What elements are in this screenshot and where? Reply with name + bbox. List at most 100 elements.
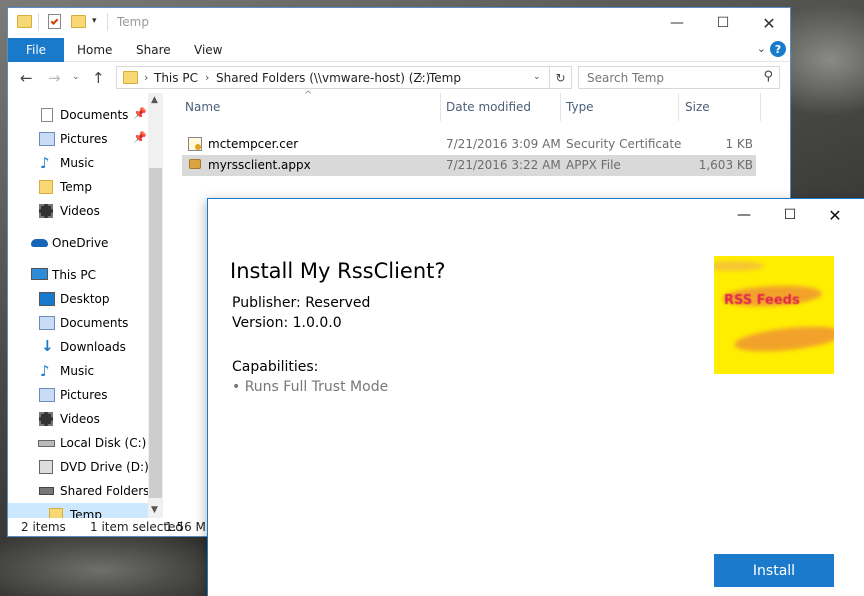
column-header-name[interactable]: Name — [185, 100, 220, 114]
breadcrumb-separator: › — [205, 71, 210, 84]
app-logo: RSS Feeds — [714, 256, 834, 374]
nav-item-label: Local Disk (C:) — [60, 436, 147, 450]
help-icon[interactable]: ? — [770, 41, 786, 57]
nav-item-videos[interactable]: Videos — [8, 199, 148, 223]
nav-item-label: This PC — [52, 268, 96, 282]
divider — [38, 13, 39, 31]
pin-icon[interactable]: 📌 — [133, 107, 147, 120]
scroll-thumb[interactable] — [149, 168, 162, 498]
videos-icon — [39, 412, 53, 426]
status-item-count: 2 items — [21, 520, 66, 534]
nav-item-label: Shared Folders (\ — [60, 484, 162, 498]
recent-locations-icon[interactable]: ⌄ — [72, 72, 80, 82]
nav-item-label: Documents — [60, 316, 129, 330]
sort-ascending-icon: ^ — [304, 90, 313, 101]
pin-icon[interactable]: 📌 — [133, 131, 147, 144]
breadcrumb-this-pc[interactable]: This PC — [154, 71, 198, 85]
table-row[interactable]: myrssclient.appx 7/21/2016 3:22 AM APPX … — [182, 155, 756, 176]
nav-item-this-pc[interactable]: This PC — [8, 263, 148, 287]
nav-item-documents[interactable]: Documents 📌 — [8, 103, 148, 127]
scroll-up-icon[interactable]: ▲ — [151, 95, 158, 105]
pictures-icon — [39, 132, 55, 146]
file-type: APPX File — [566, 158, 621, 172]
computer-icon — [31, 268, 48, 280]
file-date: 7/21/2016 3:22 AM — [446, 158, 561, 172]
column-divider[interactable] — [760, 93, 761, 121]
back-arrow-icon[interactable]: ← — [20, 69, 33, 87]
nav-scrollbar[interactable]: ▲ ▼ — [148, 93, 163, 518]
nav-item-videos-pc[interactable]: Videos — [8, 407, 148, 431]
breadcrumb-temp[interactable]: Temp — [429, 71, 461, 85]
drive-icon — [38, 440, 55, 447]
column-divider[interactable] — [560, 93, 561, 121]
column-header-date[interactable]: Date modified — [446, 100, 531, 114]
nav-item-onedrive[interactable]: OneDrive — [8, 231, 148, 255]
column-header-type[interactable]: Type — [566, 100, 594, 114]
onedrive-icon — [31, 239, 48, 247]
title-bar: ▾ Temp — ☐ ✕ — [8, 8, 790, 38]
nav-item-temp[interactable]: Temp — [8, 175, 148, 199]
nav-item-local-disk[interactable]: Local Disk (C:) — [8, 431, 148, 455]
properties-icon[interactable] — [48, 14, 61, 29]
forward-arrow-icon[interactable]: → — [48, 69, 61, 87]
column-divider[interactable] — [678, 93, 679, 121]
breadcrumb-separator: › — [419, 71, 424, 84]
nav-item-music[interactable]: ♪ Music — [8, 151, 148, 175]
install-button[interactable]: Install — [714, 554, 834, 587]
nav-item-label: Pictures — [60, 388, 108, 402]
maximize-button[interactable]: ☐ — [700, 8, 746, 38]
music-icon: ♪ — [40, 362, 50, 380]
window-title: Temp — [117, 15, 149, 29]
app-installer-dialog: — ☐ ✕ Install My RssClient? Publisher: R… — [207, 198, 864, 596]
nav-item-label: Desktop — [60, 292, 110, 306]
folder-icon — [17, 15, 32, 28]
nav-item-label: Documents — [60, 108, 129, 122]
nav-item-shared-folders[interactable]: Shared Folders (\ — [8, 479, 162, 503]
column-header-size[interactable]: Size — [685, 100, 710, 114]
refresh-icon[interactable]: ↻ — [550, 66, 572, 89]
up-arrow-icon[interactable]: ↑ — [92, 69, 105, 87]
column-divider[interactable] — [440, 93, 441, 121]
tab-share[interactable]: Share — [136, 43, 171, 57]
downloads-icon: ↓ — [41, 337, 54, 355]
nav-item-label: Videos — [60, 412, 100, 426]
tab-view[interactable]: View — [194, 43, 222, 57]
nav-item-music-pc[interactable]: ♪ Music — [8, 359, 148, 383]
capabilities-label: Capabilities: — [232, 359, 319, 375]
close-button[interactable]: ✕ — [746, 8, 790, 38]
maximize-button[interactable]: ☐ — [770, 203, 810, 227]
nav-item-pictures-pc[interactable]: Pictures — [8, 383, 148, 407]
nav-item-label: Music — [60, 364, 95, 378]
nav-item-downloads[interactable]: ↓ Downloads — [8, 335, 148, 359]
nav-item-desktop[interactable]: Desktop — [8, 287, 148, 311]
breadcrumb-shared-folders[interactable]: Shared Folders (\\vmware-host) (Z:) — [216, 71, 430, 85]
folder-icon — [49, 508, 63, 518]
scroll-down-icon[interactable]: ▼ — [151, 505, 158, 515]
file-size: 1,603 KB — [698, 158, 753, 172]
minimize-button[interactable]: — — [724, 203, 764, 227]
nav-item-dvd-drive[interactable]: DVD Drive (D:) C — [8, 455, 161, 479]
version-text: Version: 1.0.0.0 — [232, 315, 342, 331]
address-dropdown-icon[interactable]: ⌄ — [533, 72, 541, 82]
nav-item-temp-selected[interactable]: Temp — [8, 503, 148, 518]
videos-icon — [39, 204, 53, 218]
nav-item-label: Videos — [60, 204, 100, 218]
address-bar[interactable]: › This PC › Shared Folders (\\vmware-hos… — [116, 66, 550, 89]
expand-ribbon-icon[interactable]: ⌄ — [757, 42, 766, 55]
new-folder-icon[interactable] — [71, 15, 86, 28]
dvd-drive-icon — [39, 460, 53, 474]
tab-home[interactable]: Home — [77, 43, 112, 57]
nav-item-pictures[interactable]: Pictures 📌 — [8, 127, 148, 151]
table-row[interactable]: mctempcer.cer 7/21/2016 3:09 AM Security… — [182, 134, 756, 155]
search-placeholder: Search Temp — [587, 71, 665, 85]
close-button[interactable]: ✕ — [815, 203, 855, 227]
nav-item-documents-pc[interactable]: Documents — [8, 311, 148, 335]
nav-item-label: Music — [60, 156, 95, 170]
search-icon: ⚲ — [763, 69, 773, 84]
folder-icon — [123, 71, 138, 84]
minimize-button[interactable]: — — [654, 8, 700, 38]
customize-quick-access-icon[interactable]: ▾ — [92, 16, 97, 26]
tab-file[interactable]: File — [8, 38, 64, 62]
search-input[interactable]: Search Temp ⚲ — [578, 66, 780, 89]
network-drive-icon — [39, 487, 54, 495]
